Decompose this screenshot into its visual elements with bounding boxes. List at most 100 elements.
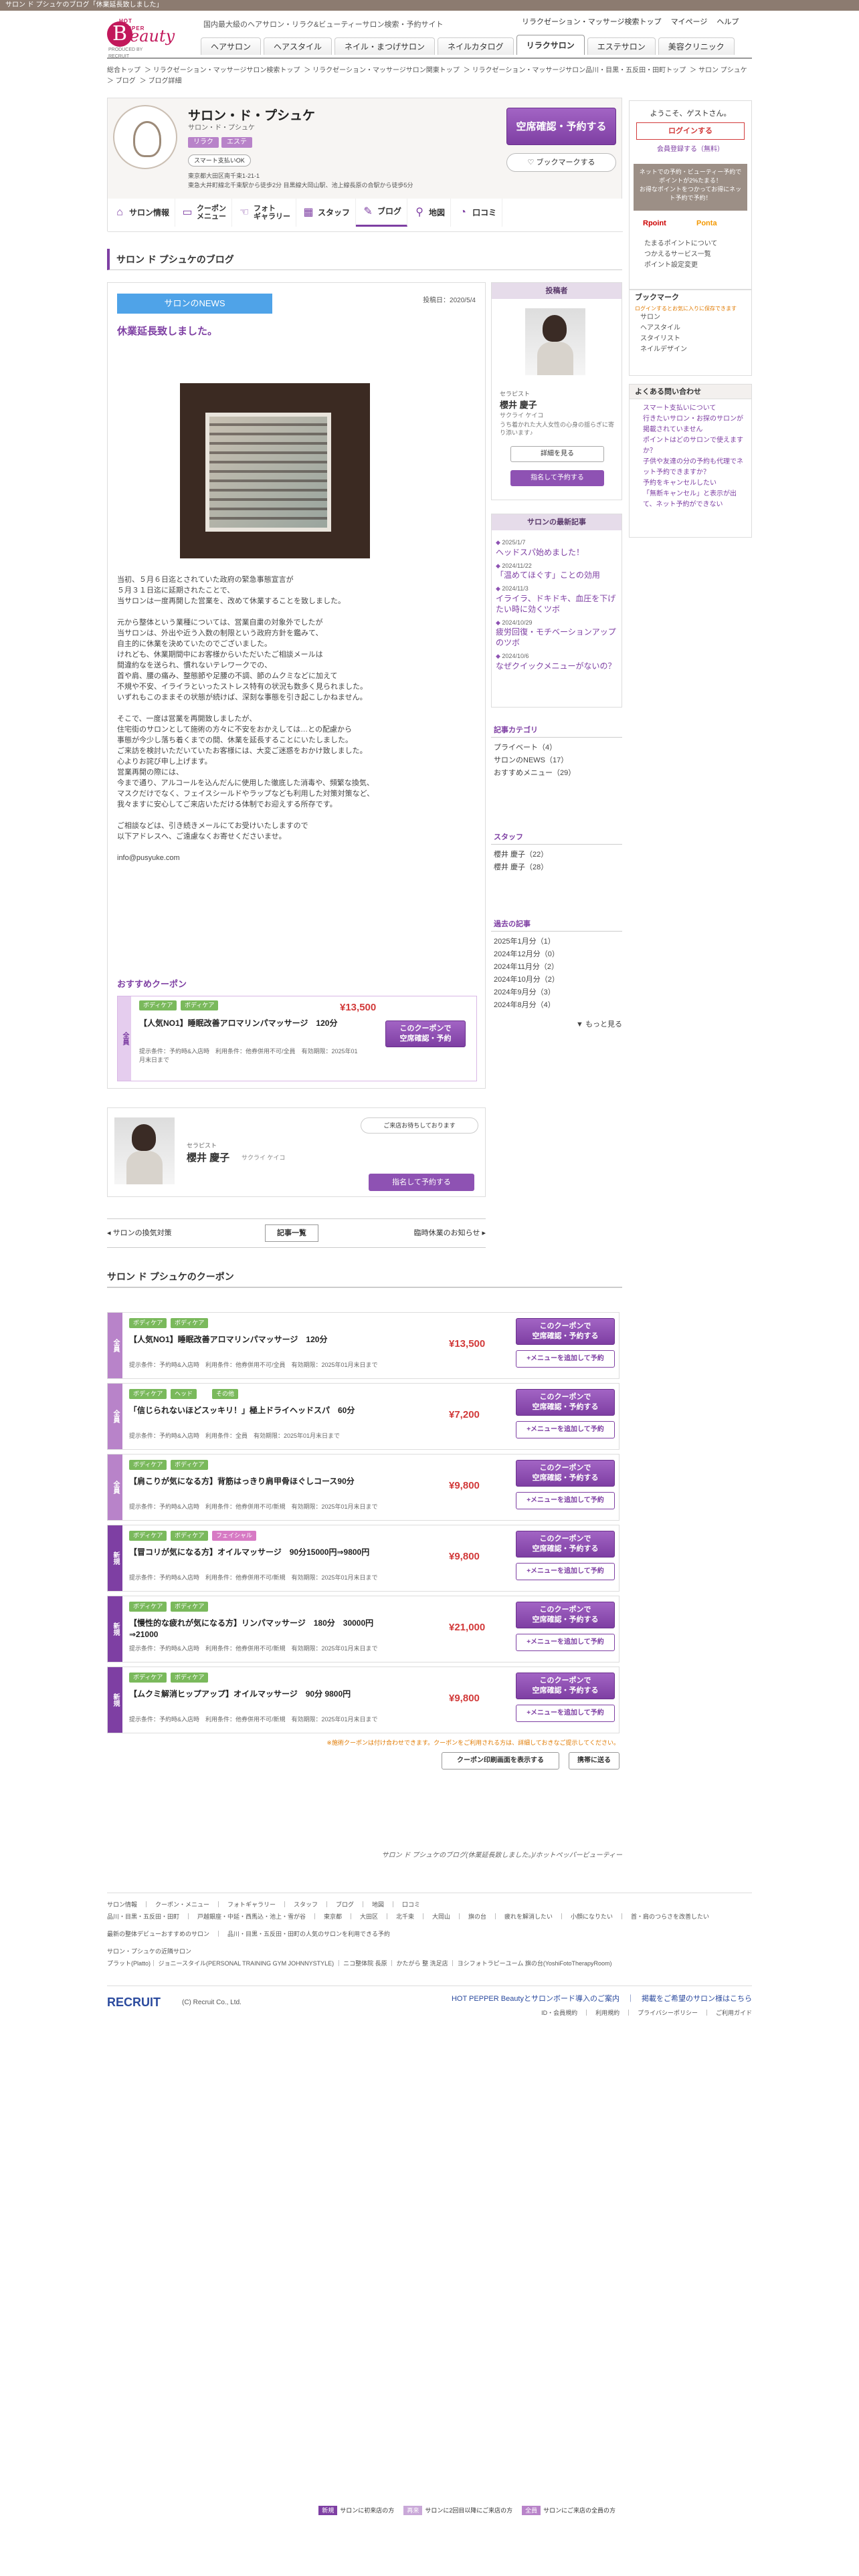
login-button[interactable]: ログインする (636, 122, 745, 140)
print-coupon-button[interactable]: クーポン印刷画面を表示する (442, 1752, 559, 1769)
staff-photo[interactable] (114, 1117, 175, 1184)
coupon-reserve-button[interactable]: このクーポンで 空席確認・予約する (516, 1460, 615, 1487)
archive-item[interactable]: 2024年10月分（2） (491, 974, 622, 986)
archive-more-link[interactable]: ▼ もっと見る (491, 1018, 622, 1031)
category-item[interactable]: サロンのNEWS（17） (491, 754, 622, 767)
coupon-reserve-button[interactable]: このクーポンで 空席確認・予約する (516, 1531, 615, 1558)
add-menu-button[interactable]: +メニューを追加して予約 (516, 1634, 615, 1651)
coupon-name[interactable]: 【冒コリが気になる方】オイルマッサージ 90分15000円⇒9800円 (129, 1547, 397, 1558)
add-menu-button[interactable]: +メニューを追加して予約 (516, 1705, 615, 1722)
bookmark-item[interactable]: サロン (630, 312, 751, 323)
footer-legal-links[interactable]: ID・会員規約 ｜ 利用規約 ｜ プライバシーポリシー ｜ ご利用ガイド (541, 2009, 752, 2018)
point-link[interactable]: つかえるサービス一覧 (634, 249, 747, 260)
tab-coupon-menu[interactable]: ▭ クーポン メニュー (175, 199, 233, 227)
archive-item[interactable]: 2025年1月分（1） (491, 936, 622, 948)
bookmark-item[interactable]: スタイリスト (630, 334, 751, 344)
staff-item[interactable]: 櫻井 慶子（28） (491, 861, 622, 874)
footer-line-1[interactable]: サロン情報 ｜ クーポン・メニュー ｜ フォトギャラリー ｜ スタッフ ｜ ブロ… (107, 1893, 752, 1911)
coupon-name[interactable]: 【慢性的な疲れが気になる方】リンパマッサージ 180分 30000円⇒21000 (129, 1618, 397, 1640)
tab-reviews[interactable]: ◔ 口コミ (451, 199, 503, 227)
recent-title[interactable]: ヘッドスパ始めました！ (496, 547, 617, 558)
archive-item[interactable]: 2024年12月分（0） (491, 948, 622, 961)
archive-item[interactable]: 2024年11月分（2） (491, 961, 622, 974)
crumb-4[interactable]: リラクゼーション・マッサージサロン品川・目黒・五反田・田町トップ (472, 67, 686, 74)
smartpay-badge[interactable]: スマート支払いOK (188, 154, 251, 167)
coupon-name[interactable]: 【ムクミ解消ヒップアップ】オイルマッサージ 90分 9800円 (129, 1689, 397, 1700)
point-link[interactable]: たまるポイントについて (634, 239, 747, 249)
staff-name[interactable]: 櫻井 慶子 (187, 1151, 229, 1165)
toplink-help[interactable]: ヘルプ (717, 17, 739, 27)
faq-item[interactable]: ポイントはどのサロンで使えますか？ (632, 435, 749, 457)
signup-link[interactable]: 会員登録する（無料） (636, 145, 745, 154)
add-menu-button[interactable]: +メニューを追加して予約 (516, 1421, 615, 1438)
gnav-relax[interactable]: リラクサロン (516, 35, 585, 55)
coupon-reserve-button[interactable]: このクーポンで 空席確認・予約する (516, 1389, 615, 1416)
archive-item[interactable]: 2024年9月分（3） (491, 986, 622, 999)
crumb-3[interactable]: リラクゼーション・マッサージサロン関東トップ (312, 67, 460, 74)
gnav-hair[interactable]: ヘアサロン (201, 37, 262, 55)
coupon-name[interactable]: 「信じられないほどスッキリ！」極上ドライヘッドスパ 60分 (129, 1405, 397, 1416)
send-mobile-button[interactable]: 携帯に送る (569, 1752, 619, 1769)
footer-right-links[interactable]: HOT PEPPER Beautyとサロンボード導入のご案内 ｜ 掲載をご希望の… (452, 1994, 752, 2004)
poster-name[interactable]: 櫻井 慶子 (500, 399, 537, 411)
add-menu-button[interactable]: +メニューを追加して予約 (516, 1350, 615, 1368)
next-post-link[interactable]: 臨時休業のお知らせ ▸ (414, 1228, 486, 1239)
toplink-relax-top[interactable]: リラクゼーション・マッサージ検索トップ (522, 17, 662, 27)
footer-line-5[interactable]: プラット(Platto)｜ ジョニースタイル(PERSONAL TRAINING… (107, 1957, 752, 1969)
poster-nominate-button[interactable]: 指名して予約する (510, 470, 604, 486)
archive-item[interactable]: 2024年8月分（4） (491, 999, 622, 1012)
coupon-name[interactable]: 【人気NO1】睡眠改善アロマリンパマッサージ 120分 (129, 1334, 397, 1346)
prev-post-link[interactable]: ◂ サロンの換気対策 (107, 1228, 172, 1239)
bookmark-item[interactable]: ヘアスタイル (630, 323, 751, 334)
crumb-2[interactable]: リラクゼーション・マッサージサロン検索トップ (153, 67, 300, 74)
tab-staff[interactable]: ▦ スタッフ (296, 199, 357, 227)
recent-title[interactable]: 疲労回復・モチベーションアップのツボ (496, 627, 617, 648)
faq-item[interactable]: 子供や友達の分の予約も代理でネット予約できますか？ (632, 457, 749, 478)
recent-title[interactable]: なぜクイックメニューがないの？ (496, 661, 617, 671)
gnav-nail-catalog[interactable]: ネイルカタログ (438, 37, 514, 55)
toplink-mypage[interactable]: マイページ (671, 17, 708, 27)
crumb-6[interactable]: ブログ (116, 78, 136, 85)
point-promo[interactable]: ネットでの予約・ビューティー予約でポイントが2%たまる！ お得なポイントをつかって… (634, 164, 747, 211)
staff-item[interactable]: 櫻井 慶子（22） (491, 849, 622, 861)
post-list-button[interactable]: 記事一覧 (265, 1224, 318, 1242)
tab-photo-gallery[interactable]: ☜ フォト ギャラリー (232, 199, 297, 227)
faq-item[interactable]: スマート支払いについて (632, 403, 749, 414)
category-item[interactable]: おすすめメニュー（29） (491, 767, 622, 780)
footer-line-3[interactable]: 最新の整体デビューおすすめのサロン ｜ 品川・目黒・五反田・田町の人気のサロンを… (107, 1928, 752, 1940)
body-line[interactable]: info@pusyuke.com (117, 853, 478, 863)
faq-item[interactable]: 行きたいサロン・お探のサロンが掲載されていません (632, 414, 749, 435)
bookmark-item[interactable]: ネイルデザイン (630, 344, 751, 355)
add-menu-button[interactable]: +メニューを追加して予約 (516, 1492, 615, 1509)
category-badge[interactable]: サロンのNEWS (117, 294, 272, 314)
coupon-name[interactable]: 【人気NO1】睡眠改善アロマリンパマッサージ 120分 (139, 1018, 367, 1029)
poster-detail-button[interactable]: 詳細を見る (510, 446, 604, 462)
tab-map[interactable]: ⚲ 地図 (407, 199, 452, 227)
gnav-clinic[interactable]: 美容クリニック (658, 37, 735, 55)
staff-nominate-button[interactable]: 指名して予約する (369, 1174, 474, 1191)
crumb-5[interactable]: サロン プシュケ (698, 67, 747, 74)
coupon-reserve-button[interactable]: このクーポンで 空席確認・予約する (516, 1318, 615, 1345)
coupon-reserve-button[interactable]: このクーポンで 空席確認・予約する (516, 1673, 615, 1699)
coupon-name[interactable]: 【肩こりが気になる方】背筋はっきり肩甲骨ほぐしコース90分 (129, 1476, 397, 1487)
add-menu-button[interactable]: +メニューを追加して予約 (516, 1563, 615, 1580)
recent-title[interactable]: 「温めてほぐす」ことの効用 (496, 570, 617, 580)
coupon-reserve-button[interactable]: このクーポンで 空席確認・予約 (385, 1021, 466, 1047)
faq-item[interactable]: 「無断キャンセル」と表示が出て、ネット予約ができない (632, 489, 749, 510)
footer-line-2[interactable]: 品川・目黒・五反田・田町 ｜ 戸越銀座・中延・西馬込・池上・雪が谷 ｜ 東京都 … (107, 1911, 752, 1923)
reserve-button[interactable]: 空席確認・予約する (506, 108, 616, 145)
tab-blog[interactable]: ✎ ブログ (356, 199, 408, 227)
poster-photo[interactable] (525, 308, 585, 375)
tab-salon-info[interactable]: ⌂ サロン情報 (108, 199, 176, 227)
faq-item[interactable]: 予約をキャンセルしたい (632, 478, 749, 489)
point-link[interactable]: ポイント設定変更 (634, 260, 747, 271)
coupon-reserve-button[interactable]: このクーポンで 空席確認・予約する (516, 1602, 615, 1628)
bookmark-button[interactable]: ♡ ブックマークする (506, 153, 616, 172)
gnav-hairstyle[interactable]: ヘアスタイル (264, 37, 332, 55)
gnav-esthe[interactable]: エステサロン (587, 37, 656, 55)
recent-title[interactable]: イライラ、ドキドキ、血圧を下げたい時に効くツボ (496, 593, 617, 615)
category-item[interactable]: プライベート（4） (491, 742, 622, 754)
site-logo[interactable]: HOT PEPPER B eauty PRODUCED BY RECRUIT (107, 16, 175, 59)
gnav-nail-eyelash[interactable]: ネイル・まつげサロン (335, 37, 436, 55)
crumb-1[interactable]: 総合トップ (107, 67, 140, 74)
